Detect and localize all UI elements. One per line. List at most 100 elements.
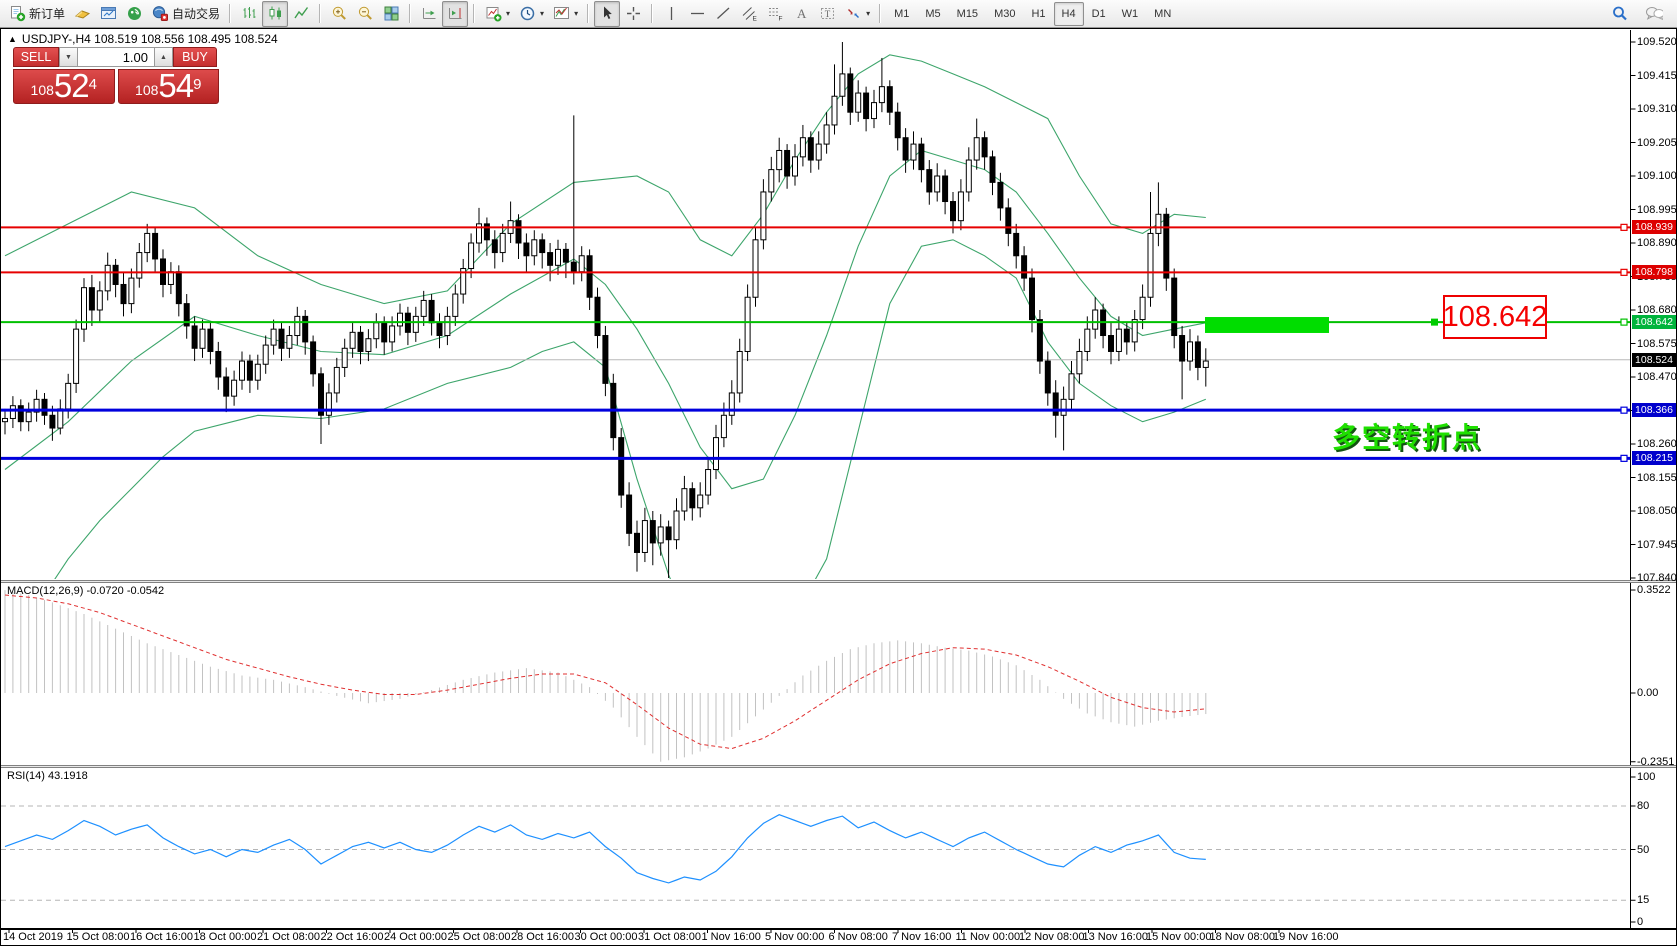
horizontal-line-button[interactable]: [684, 1, 710, 27]
equidistant-channel-button[interactable]: E: [736, 1, 762, 27]
chart-window[interactable]: ▲ USDJPY-,H4 108.519 108.556 108.495 108…: [0, 28, 1677, 946]
rsi-label: RSI(14) 43.1918: [7, 770, 88, 782]
timeframe-h1-button[interactable]: H1: [1023, 2, 1053, 26]
panel-splitter-macd[interactable]: [1, 580, 1676, 583]
main-chart-panel[interactable]: [1, 42, 1630, 671]
autotrade-icon: [151, 5, 169, 22]
price-tick-label: 109.415: [1637, 69, 1677, 83]
timeframe-m15-button[interactable]: M15: [949, 2, 986, 26]
market-watch-button[interactable]: [121, 1, 147, 27]
timeframe-m5-button[interactable]: M5: [917, 2, 948, 26]
panel-splitter-rsi[interactable]: [1, 765, 1676, 768]
channel-icon: E: [740, 5, 758, 22]
text-button[interactable]: A: [788, 1, 814, 27]
community-chat-button[interactable]: [1641, 1, 1667, 27]
volume-increase-button[interactable]: ▲: [154, 47, 173, 67]
periods-dropdown-icon[interactable]: ▾: [540, 9, 544, 18]
price-callout-box[interactable]: 108.642: [1443, 295, 1547, 339]
toolbar-group: [326, 0, 404, 27]
timeframe-toolbar: M1M5M15M30H1H4D1W1MN: [886, 0, 1179, 27]
sell-button[interactable]: SELL: [13, 47, 59, 67]
line-chart-button[interactable]: [288, 1, 314, 27]
autotrading-button[interactable]: 自动交易: [147, 1, 224, 27]
new-chart-button[interactable]: [95, 1, 121, 27]
time-axis-label: 31 Oct 08:00: [638, 931, 701, 943]
zoom-in-button[interactable]: [326, 1, 352, 27]
macd-tick-label: -0.2351: [1637, 755, 1677, 769]
search-button[interactable]: [1607, 1, 1633, 27]
timeframe-h4-button[interactable]: H4: [1054, 2, 1084, 26]
collapse-quote-icon[interactable]: ▲: [8, 34, 17, 44]
fibonacci-button[interactable]: F: [762, 1, 788, 27]
buy-button[interactable]: BUY: [173, 47, 217, 67]
buy-price[interactable]: 108549: [118, 69, 220, 104]
time-axis-label: 28 Oct 16:00: [511, 931, 574, 943]
vertical-line-button[interactable]: [658, 1, 684, 27]
time-axis-label: 19 Nov 16:00: [1273, 931, 1338, 943]
hline-node[interactable]: [1621, 455, 1627, 461]
green-line-node[interactable]: [1431, 319, 1438, 326]
shift-icon: [446, 5, 464, 22]
chart-title: ▲ USDJPY-,H4 108.519 108.556 108.495 108…: [8, 32, 278, 46]
new-order-button[interactable]: 新订单: [4, 1, 69, 27]
text-label-button[interactable]: T: [814, 1, 840, 27]
timeframe-w1-button[interactable]: W1: [1114, 2, 1147, 26]
timeframe-m30-button[interactable]: M30: [986, 2, 1023, 26]
price-tick-label: 108.260: [1637, 437, 1677, 451]
indicators-button[interactable]: ▾: [480, 1, 514, 27]
crosshair-button[interactable]: [620, 1, 646, 27]
trendline-button[interactable]: [710, 1, 736, 27]
arrow-objects-button[interactable]: ▾: [840, 1, 874, 27]
chart-canvas[interactable]: [1, 29, 1676, 945]
profiles-button[interactable]: [69, 1, 95, 27]
timeframe-mn-button[interactable]: MN: [1146, 2, 1179, 26]
macd-panel[interactable]: [5, 590, 1206, 762]
auto-scroll-button[interactable]: [416, 1, 442, 27]
hline-node[interactable]: [1621, 224, 1627, 230]
toolbar-group: [416, 0, 468, 27]
indicators-dropdown-icon[interactable]: ▾: [506, 9, 510, 18]
volume-decrease-button[interactable]: ▼: [59, 47, 78, 67]
toolbar-separator: [473, 4, 475, 23]
zoom-out-button[interactable]: [352, 1, 378, 27]
timeframe-d1-button[interactable]: D1: [1084, 2, 1114, 26]
rsi-tick-label: 0: [1637, 915, 1677, 929]
time-axis-label: 6 Nov 08:00: [829, 931, 888, 943]
chart-shift-button[interactable]: [442, 1, 468, 27]
linechart-icon: [292, 5, 310, 22]
svg-text:A: A: [797, 6, 807, 21]
highlight-rect[interactable]: [1205, 317, 1329, 333]
arrow-objects-dropdown-icon[interactable]: ▾: [866, 9, 870, 18]
candles-icon: [266, 5, 284, 22]
text-icon: A: [792, 5, 810, 22]
search-icon: [1611, 5, 1629, 22]
sell-price-point: 4: [89, 70, 97, 100]
hline-node[interactable]: [1621, 319, 1627, 325]
toolbar-group: [594, 0, 646, 27]
timeframe-m1-button[interactable]: M1: [886, 2, 917, 26]
volume-input[interactable]: [78, 47, 154, 67]
price-flag-108.215: 108.215: [1632, 451, 1676, 465]
buy-price-figure: 108: [135, 78, 158, 102]
price-tick-label: 108.995: [1637, 203, 1677, 217]
bar-chart-button[interactable]: [236, 1, 262, 27]
sell-price[interactable]: 108524: [13, 69, 115, 104]
svg-text:F: F: [778, 16, 782, 23]
templates-button[interactable]: ▾: [548, 1, 582, 27]
hline-node[interactable]: [1621, 269, 1627, 275]
cursor-button[interactable]: [594, 1, 620, 27]
chat-icon: [1645, 5, 1663, 22]
hline-node[interactable]: [1621, 407, 1627, 413]
periods-button[interactable]: ▾: [514, 1, 548, 27]
toolbar-separator: [319, 4, 321, 23]
time-axis-label: 16 Oct 16:00: [130, 931, 193, 943]
rsi-panel[interactable]: [1, 806, 1630, 900]
candlestick-chart-button[interactable]: [262, 1, 288, 27]
annotation-text[interactable]: 多空转折点: [1332, 416, 1482, 456]
time-axis-label: 30 Oct 00:00: [575, 931, 638, 943]
tile-windows-button[interactable]: [378, 1, 404, 27]
macd-tick-label: 0.3522: [1637, 583, 1677, 597]
templates-dropdown-icon[interactable]: ▾: [574, 9, 578, 18]
toolbar-group: [236, 0, 314, 27]
time-axis-label: 18 Nov 08:00: [1210, 931, 1275, 943]
